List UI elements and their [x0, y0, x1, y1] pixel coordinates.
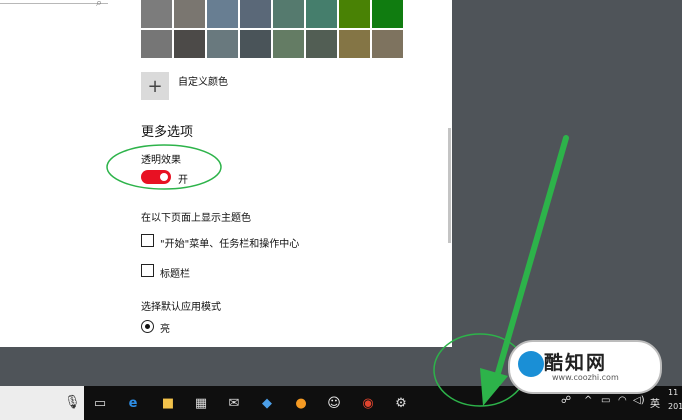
watermark: 酷知网 www.coozhi.com: [508, 340, 662, 394]
watermark-title: 酷知网: [544, 352, 608, 374]
annotation-ellipse: [106, 144, 222, 190]
coozhi-logo-icon: [518, 351, 544, 377]
watermark-url: www.coozhi.com: [552, 373, 619, 382]
